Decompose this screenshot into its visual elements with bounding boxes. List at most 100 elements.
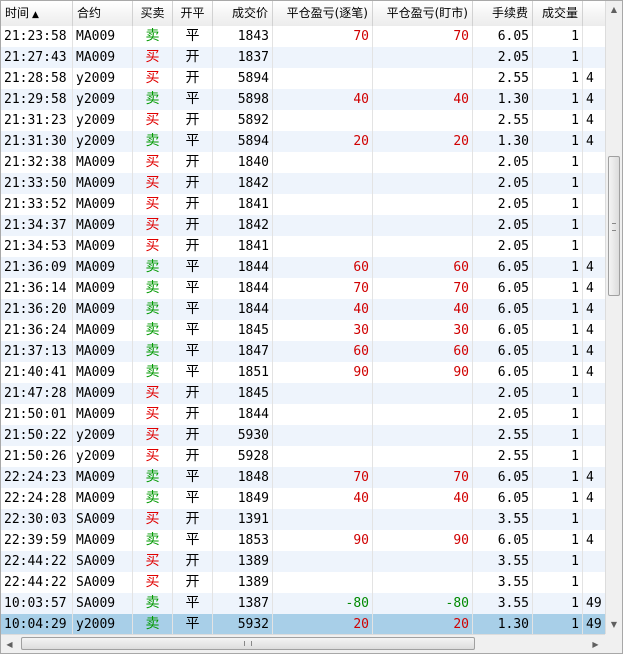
cell-time: 21:29:58 [1, 89, 73, 110]
column-header-label: 平仓盈亏(盯市) [386, 6, 468, 20]
table-row[interactable]: 21:50:01 MA009 买开 1844 2.05 1 [1, 404, 605, 425]
scroll-left-arrow-icon[interactable]: ◀ [1, 635, 18, 653]
horizontal-scroll-thumb[interactable] [21, 637, 475, 650]
cell-extra: 4 [583, 278, 605, 299]
cell-time: 21:50:22 [1, 425, 73, 446]
table-row[interactable]: 21:36:09 MA009 卖平 1844 60 60 6.05 1 4 [1, 257, 605, 278]
table-row[interactable]: 21:47:28 MA009 买开 1845 2.05 1 [1, 383, 605, 404]
table-row[interactable]: 22:30:03 SA009 买开 1391 3.55 1 [1, 509, 605, 530]
cell-pnl_mark [373, 572, 473, 593]
vertical-scroll-thumb[interactable] [608, 156, 620, 296]
cell-time: 10:04:29 [1, 614, 73, 634]
table-row[interactable]: 21:40:41 MA009 卖平 1851 90 90 6.05 1 4 [1, 362, 605, 383]
table-row[interactable]: 21:33:52 MA009 买开 1841 2.05 1 [1, 194, 605, 215]
scroll-up-arrow-icon[interactable]: ▲ [606, 1, 622, 18]
cell-contract: y2009 [73, 614, 133, 634]
cell-side: 买 [133, 173, 173, 194]
table-row[interactable]: 21:50:26 y2009 买开 5928 2.55 1 [1, 446, 605, 467]
cell-side: 买 [133, 215, 173, 236]
table-row[interactable]: 21:28:58 y2009 买开 5894 2.55 1 4 [1, 68, 605, 89]
table-row[interactable]: 21:27:43 MA009 买开 1837 2.05 1 [1, 47, 605, 68]
table-row[interactable]: 21:34:53 MA009 买开 1841 2.05 1 [1, 236, 605, 257]
cell-pnl_trade: 60 [273, 257, 373, 278]
grip-icon [244, 641, 252, 646]
cell-pnl_trade: 70 [273, 278, 373, 299]
column-header-open_close[interactable]: 开平 [173, 1, 213, 26]
cell-fee: 3.55 [473, 551, 533, 572]
cell-contract: MA009 [73, 173, 133, 194]
cell-price: 1843 [213, 26, 273, 47]
scroll-down-arrow-icon[interactable]: ▼ [606, 616, 622, 633]
column-header-fee[interactable]: 手续费 [473, 1, 533, 26]
cell-fee: 2.05 [473, 215, 533, 236]
cell-extra [583, 47, 605, 68]
cell-side: 卖 [133, 362, 173, 383]
table-row[interactable]: 21:23:58 MA009 卖平 1843 70 70 6.05 1 [1, 26, 605, 47]
vertical-scrollbar[interactable]: ▲ ▼ [605, 1, 622, 634]
scroll-right-arrow-icon[interactable]: ▶ [587, 635, 604, 653]
cell-volume: 1 [533, 509, 583, 530]
cell-fee: 6.05 [473, 278, 533, 299]
cell-extra: 4 [583, 467, 605, 488]
cell-fee: 6.05 [473, 341, 533, 362]
cell-open_close: 开 [173, 425, 213, 446]
column-header-side[interactable]: 买卖 [133, 1, 173, 26]
cell-price: 1391 [213, 509, 273, 530]
cell-fee: 2.05 [473, 47, 533, 68]
cell-side: 买 [133, 572, 173, 593]
table-row[interactable]: 22:44:22 SA009 买开 1389 3.55 1 [1, 551, 605, 572]
cell-open_close: 平 [173, 299, 213, 320]
cell-price: 5928 [213, 446, 273, 467]
table-row[interactable]: 21:36:24 MA009 卖平 1845 30 30 6.05 1 4 [1, 320, 605, 341]
column-header-time[interactable]: 时间 ▲ [1, 1, 73, 26]
cell-pnl_trade: 60 [273, 341, 373, 362]
cell-side: 买 [133, 446, 173, 467]
cell-extra: 4 [583, 362, 605, 383]
cell-price: 1844 [213, 299, 273, 320]
table-row[interactable]: 22:39:59 MA009 卖平 1853 90 90 6.05 1 4 [1, 530, 605, 551]
cell-time: 21:50:26 [1, 446, 73, 467]
cell-extra: 4 [583, 320, 605, 341]
cell-volume: 1 [533, 383, 583, 404]
column-header-contract[interactable]: 合约 [73, 1, 133, 26]
table-row[interactable]: 21:36:20 MA009 卖平 1844 40 40 6.05 1 4 [1, 299, 605, 320]
column-header-pnl_trade[interactable]: 平仓盈亏(逐笔) [273, 1, 373, 26]
cell-contract: MA009 [73, 383, 133, 404]
cell-open_close: 平 [173, 131, 213, 152]
cell-pnl_mark: 70 [373, 26, 473, 47]
table-row[interactable]: 21:34:37 MA009 买开 1842 2.05 1 [1, 215, 605, 236]
cell-pnl_trade [273, 236, 373, 257]
cell-pnl_mark: 60 [373, 341, 473, 362]
cell-fee: 2.55 [473, 446, 533, 467]
cell-contract: y2009 [73, 89, 133, 110]
cell-open_close: 开 [173, 152, 213, 173]
table-row[interactable]: 21:36:14 MA009 卖平 1844 70 70 6.05 1 4 [1, 278, 605, 299]
table-row[interactable]: 21:50:22 y2009 买开 5930 2.55 1 [1, 425, 605, 446]
cell-pnl_mark [373, 236, 473, 257]
cell-volume: 1 [533, 236, 583, 257]
table-row[interactable]: 10:04:29 y2009 卖平 5932 20 20 1.30 1 49 [1, 614, 605, 634]
column-header-extra[interactable] [583, 1, 605, 26]
cell-pnl_trade [273, 446, 373, 467]
cell-pnl_mark: 20 [373, 131, 473, 152]
table-row[interactable]: 21:29:58 y2009 卖平 5898 40 40 1.30 1 4 [1, 89, 605, 110]
cell-volume: 1 [533, 215, 583, 236]
cell-fee: 6.05 [473, 320, 533, 341]
cell-contract: MA009 [73, 152, 133, 173]
table-row[interactable]: 22:24:28 MA009 卖平 1849 40 40 6.05 1 4 [1, 488, 605, 509]
horizontal-scrollbar[interactable]: ◀ ▶ [1, 634, 605, 653]
table-row[interactable]: 21:37:13 MA009 卖平 1847 60 60 6.05 1 4 [1, 341, 605, 362]
table-row[interactable]: 10:03:57 SA009 卖平 1387 -80 -80 3.55 1 49 [1, 593, 605, 614]
cell-open_close: 开 [173, 110, 213, 131]
column-header-pnl_mark[interactable]: 平仓盈亏(盯市) [373, 1, 473, 26]
table-row[interactable]: 21:31:23 y2009 买开 5892 2.55 1 4 [1, 110, 605, 131]
cell-pnl_mark [373, 383, 473, 404]
table-row[interactable]: 22:24:23 MA009 卖平 1848 70 70 6.05 1 4 [1, 467, 605, 488]
column-header-price[interactable]: 成交价 [213, 1, 273, 26]
column-header-volume[interactable]: 成交量 [533, 1, 583, 26]
cell-contract: MA009 [73, 488, 133, 509]
table-row[interactable]: 22:44:22 SA009 买开 1389 3.55 1 [1, 572, 605, 593]
table-row[interactable]: 21:32:38 MA009 买开 1840 2.05 1 [1, 152, 605, 173]
table-row[interactable]: 21:33:50 MA009 买开 1842 2.05 1 [1, 173, 605, 194]
table-row[interactable]: 21:31:30 y2009 卖平 5894 20 20 1.30 1 4 [1, 131, 605, 152]
